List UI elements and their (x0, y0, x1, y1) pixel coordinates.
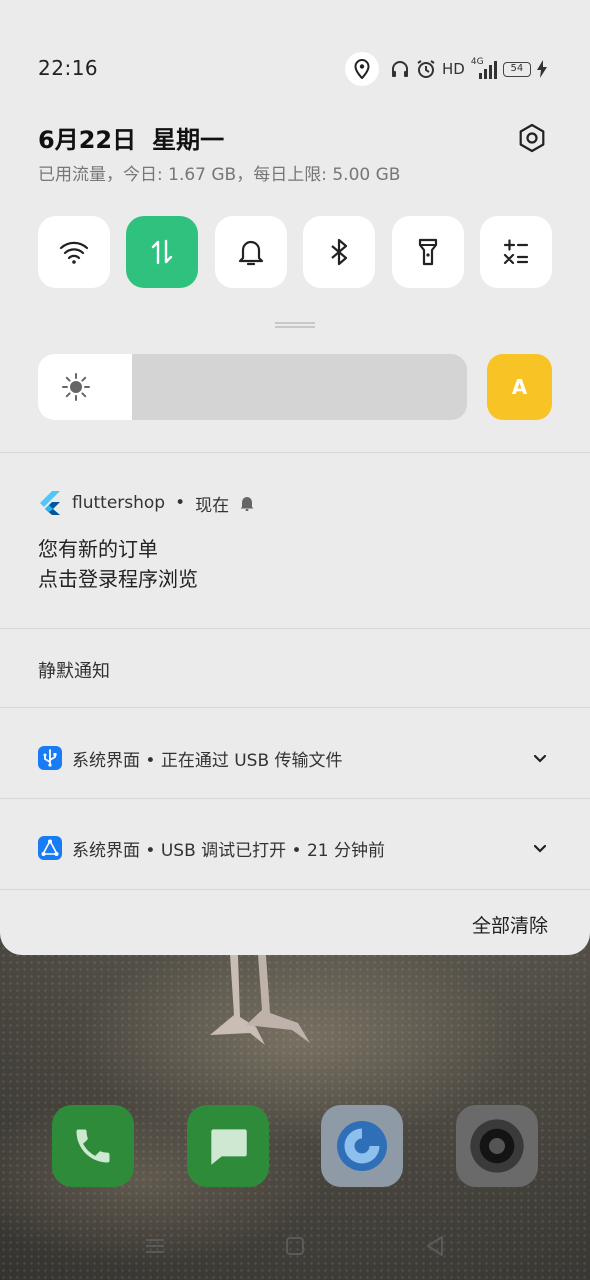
section-divider (0, 798, 590, 799)
notification-title: 您有新的订单 (38, 537, 158, 561)
wifi-icon (59, 241, 89, 264)
auto-brightness-button[interactable]: A (487, 354, 552, 420)
usb-notification-text: 系统界面 • 正在通过 USB 传输文件 (72, 750, 343, 771)
location-indicator (345, 52, 379, 86)
notification-shade: 22:16 HD 4G 54 6月22日 星期一 已用流量，今日: 1.67 GB… (0, 0, 590, 955)
bluetooth-icon (331, 238, 348, 266)
usb-notification-header: 系统界面 • 正在通过 USB 传输文件 (38, 745, 343, 771)
flashlight-tile[interactable] (391, 216, 464, 288)
silent-notifications-label: 静默通知 (38, 661, 110, 682)
home-square-icon (286, 1237, 304, 1255)
browser-icon (337, 1121, 388, 1171)
notification-header: fluttershop • 现在 (38, 490, 255, 516)
flutter-logo-icon (40, 491, 60, 515)
date-text: 6月22日 (38, 126, 137, 154)
quick-settings-tiles (38, 216, 552, 288)
weekday-text: 星期一 (152, 126, 225, 154)
network-label: 4G (470, 57, 484, 67)
notification-body: 点击登录程序浏览 (38, 567, 198, 591)
menu-icon (146, 1239, 164, 1253)
bell-small-icon (240, 497, 254, 511)
bluetooth-tile[interactable] (303, 216, 376, 288)
dock-phone-app[interactable] (52, 1105, 134, 1187)
flashlight-icon (418, 238, 437, 266)
debug-icon (41, 839, 59, 856)
clear-all-button[interactable]: 全部清除 (472, 911, 548, 938)
system-ui-app-icon (38, 746, 62, 770)
phone-icon (76, 1129, 110, 1163)
dock (52, 1105, 538, 1187)
usb-icon (43, 749, 57, 767)
mobile-data-tile[interactable] (126, 216, 199, 288)
section-divider (0, 889, 590, 890)
charging-icon (536, 60, 547, 78)
wifi-tile[interactable] (38, 216, 110, 288)
calculator-icon (503, 239, 529, 265)
signal-indicator: 4G (470, 57, 497, 79)
calculator-tile[interactable] (479, 216, 552, 288)
hd-label: HD (442, 60, 465, 78)
recents-button[interactable] (140, 1231, 170, 1261)
bell-icon (238, 240, 263, 266)
notification-time: 现在 (195, 495, 230, 516)
debug-notification-text: 系统界面 • USB 调试已打开 • 21 分钟前 (72, 840, 386, 861)
sound-tile[interactable] (214, 216, 287, 288)
gear-icon (519, 123, 545, 153)
system-ui-app-icon (38, 836, 62, 860)
back-button[interactable] (420, 1231, 450, 1261)
sun-icon (62, 373, 90, 401)
dock-camera-app[interactable] (455, 1105, 538, 1187)
status-icons: HD 4G 54 (390, 56, 547, 82)
camera-icon (470, 1119, 524, 1173)
brightness-slider[interactable] (38, 354, 467, 420)
home-button[interactable] (280, 1231, 310, 1261)
location-icon (354, 59, 370, 79)
alarm-icon (417, 60, 435, 78)
section-divider (0, 707, 590, 708)
message-icon (210, 1129, 247, 1165)
debug-notification-header: 系统界面 • USB 调试已打开 • 21 分钟前 (38, 835, 385, 861)
mobile-data-icon (152, 239, 173, 265)
section-divider (0, 452, 590, 453)
bird-legs-image (210, 955, 310, 1045)
status-time: 22:16 (38, 56, 99, 80)
chevron-down-icon[interactable] (530, 838, 550, 858)
notification-app-name: fluttershop (72, 493, 166, 513)
shade-drag-handle[interactable] (275, 322, 315, 328)
date-line: 6月22日 星期一 (38, 120, 224, 155)
headphones-icon (392, 61, 408, 77)
navigation-bar (0, 1225, 590, 1265)
notification-separator: • (175, 493, 186, 513)
back-triangle-icon (427, 1236, 443, 1256)
dock-browser-app[interactable] (321, 1105, 404, 1187)
dock-messages-app[interactable] (186, 1105, 269, 1187)
settings-button[interactable] (514, 120, 550, 156)
section-divider (0, 628, 590, 629)
chevron-down-icon[interactable] (530, 748, 550, 768)
battery-icon: 54 (502, 61, 531, 77)
data-usage-text[interactable]: 已用流量，今日: 1.67 GB，每日上限: 5.00 GB (38, 160, 400, 185)
